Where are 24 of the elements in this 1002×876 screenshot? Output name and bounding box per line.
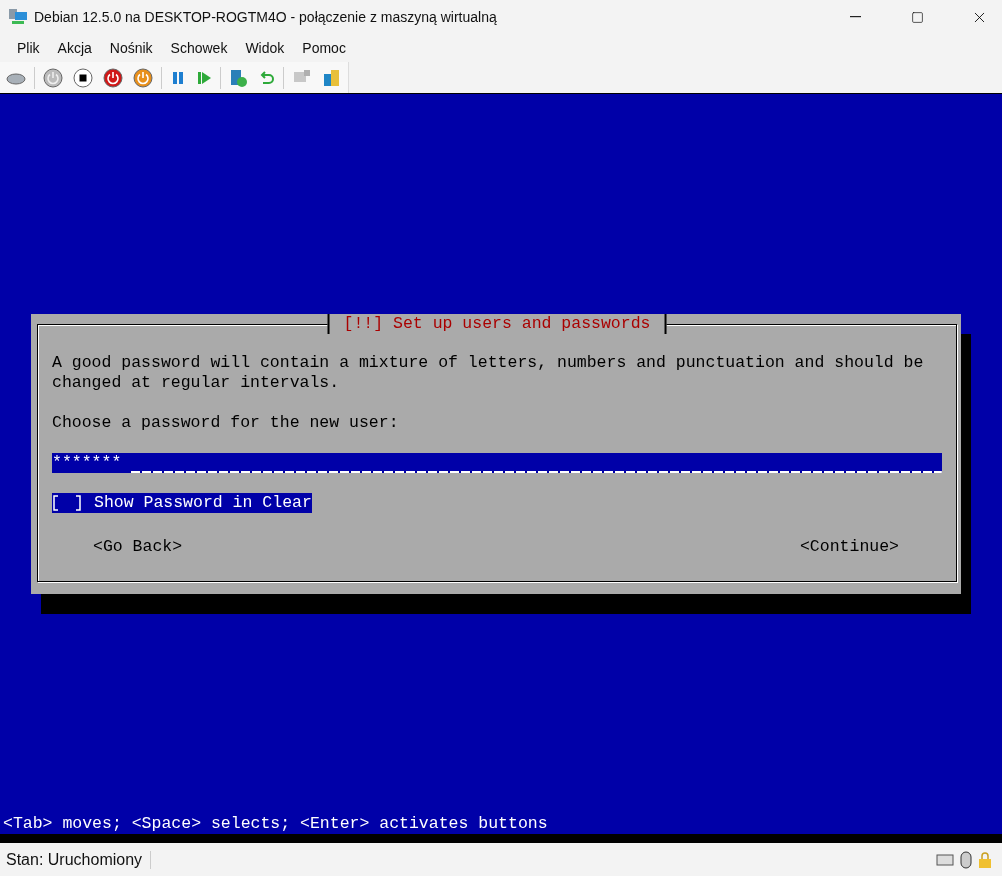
dialog-text: A good password will contain a mixture of letters, numbers and punctuation and should be changed at regular intervals. [52,353,925,393]
menu-item[interactable]: Plik [8,37,49,59]
dialog-title: [!!] Set up users and passwords [327,314,667,334]
dialog-button[interactable]: <Continue> [799,537,899,557]
power-icon[interactable] [101,65,125,90]
menu-item[interactable]: Nośnik [100,37,162,59]
power-icon[interactable] [41,65,65,90]
prompt-text: Choose a password for the new user: [52,413,400,433]
virtual-machine-icon [8,8,28,26]
mouse-icon [960,850,972,869]
menu-item[interactable]: Pomoc [293,37,355,59]
status-text: Stan: Uruchomiony [6,850,152,869]
lock-icon [978,850,992,869]
minimize-icon [849,16,861,18]
menu-item[interactable]: Widok [236,37,294,59]
menu-item[interactable]: Schowek [161,37,237,59]
menu-item[interactable]: Akcja [48,37,101,59]
maximize-icon [910,10,924,24]
stop-icon[interactable] [71,65,95,90]
window-title: Debian 12.5.0 na DESKTOP-ROGTM4O - połączenie z maszyną wirtualną [34,9,498,25]
password-field[interactable]: ******* [52,453,942,473]
show-password-checkbox[interactable]: Show Password in Clear [52,493,312,513]
power-icon[interactable] [131,65,155,90]
dialog-button[interactable]: <Go Back> [93,537,183,557]
